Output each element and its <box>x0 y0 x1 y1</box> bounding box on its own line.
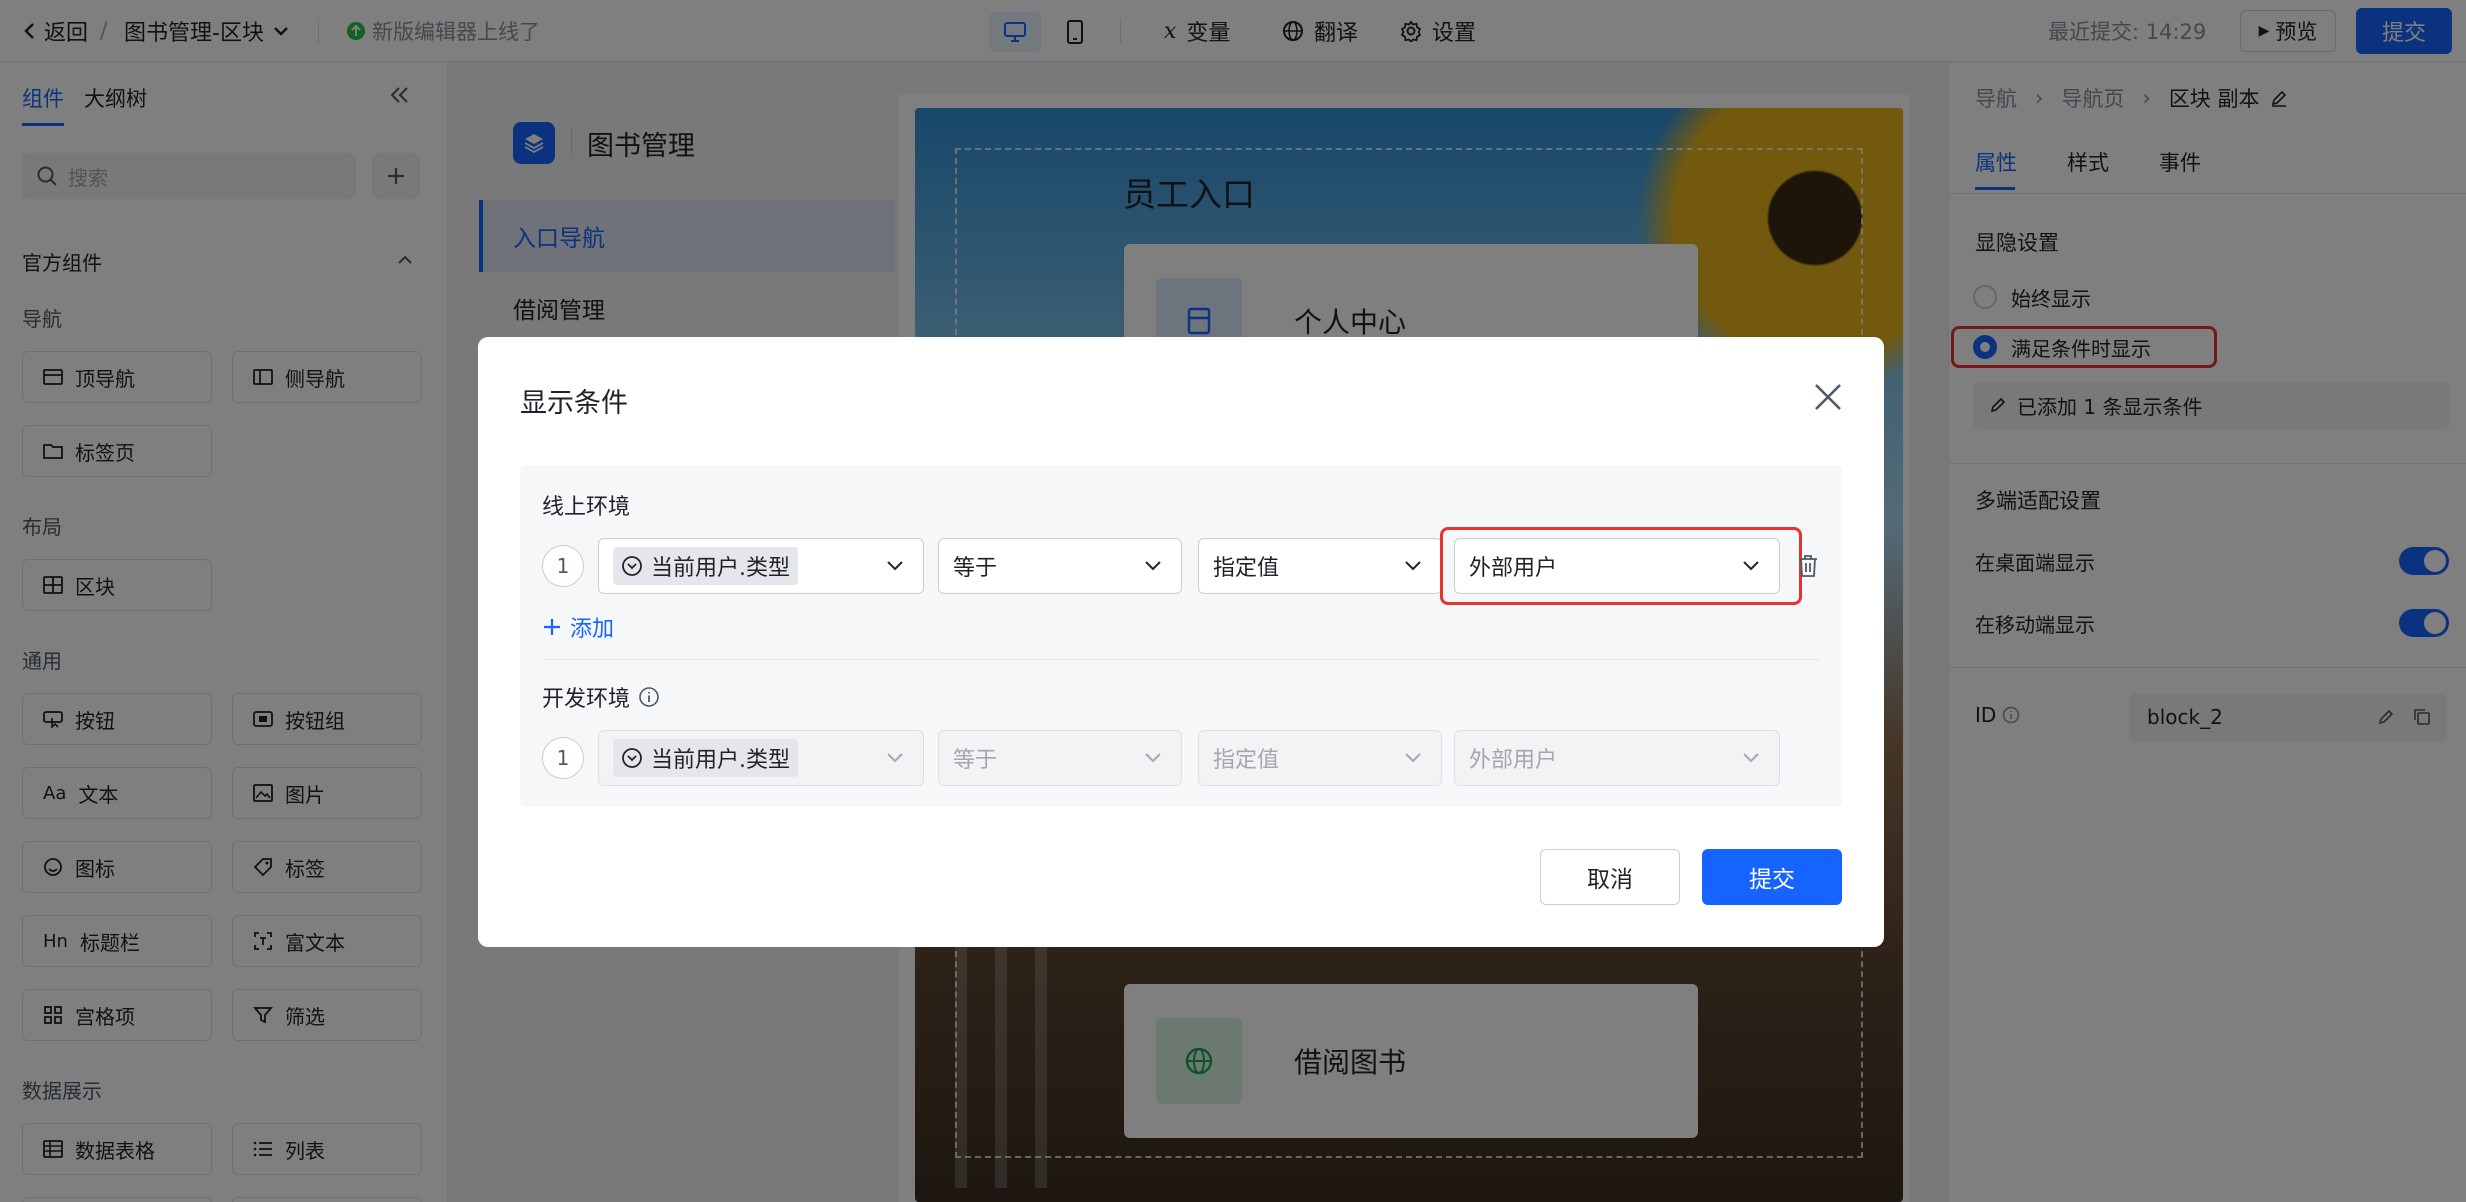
chevron-down-icon <box>1145 561 1161 571</box>
chevron-down-icon <box>887 561 903 571</box>
chevron-down-icon <box>1405 561 1421 571</box>
plus-icon <box>544 619 560 635</box>
operator-select-disabled: 等于 <box>938 730 1182 786</box>
online-env-title: 线上环境 <box>542 495 631 520</box>
field-tag: 当前用户.类型 <box>613 739 798 777</box>
conditions-area: 线上环境 1 当前用户.类型 等于 指定值 外部用户 添加 开发环境 1 当前用… <box>520 465 1842 807</box>
dialog-title: 显示条件 <box>520 388 628 419</box>
value: 外部用户 <box>1469 748 1558 773</box>
field-value: 当前用户.类型 <box>651 556 790 581</box>
info-icon <box>639 687 659 707</box>
dev-env-title: 开发环境 <box>542 681 660 713</box>
close-icon[interactable] <box>1808 377 1848 417</box>
field-value: 当前用户.类型 <box>651 748 790 773</box>
field-tag: 当前用户.类型 <box>613 547 798 585</box>
cancel-button[interactable]: 取消 <box>1540 849 1680 905</box>
display-condition-dialog: 显示条件 线上环境 1 当前用户.类型 等于 指定值 外部用户 添加 开发环境 … <box>478 337 1884 947</box>
value-type: 指定值 <box>1213 748 1280 773</box>
chevron-down-circle-icon <box>622 748 642 768</box>
chevron-down-icon <box>1743 753 1759 763</box>
add-label: 添加 <box>570 617 615 642</box>
trash-icon[interactable] <box>1796 553 1820 579</box>
value-type: 指定值 <box>1213 556 1280 581</box>
chevron-down-icon <box>1145 753 1161 763</box>
divider <box>542 659 1820 660</box>
value-type-select-disabled: 指定值 <box>1198 730 1442 786</box>
field-select[interactable]: 当前用户.类型 <box>598 538 924 594</box>
chevron-down-icon <box>1405 753 1421 763</box>
condition-index: 1 <box>542 737 584 779</box>
operator-value: 等于 <box>953 748 998 773</box>
value-select-disabled: 外部用户 <box>1454 730 1780 786</box>
dev-env-label: 开发环境 <box>542 687 631 712</box>
condition-index: 1 <box>542 545 584 587</box>
operator-select[interactable]: 等于 <box>938 538 1182 594</box>
dialog-submit-button[interactable]: 提交 <box>1702 849 1842 905</box>
chevron-down-circle-icon <box>622 556 642 576</box>
value-type-select[interactable]: 指定值 <box>1198 538 1442 594</box>
field-select-disabled: 当前用户.类型 <box>598 730 924 786</box>
chevron-down-icon <box>887 753 903 763</box>
add-condition-button[interactable]: 添加 <box>542 611 614 643</box>
operator-value: 等于 <box>953 556 998 581</box>
highlight-box <box>1440 527 1802 605</box>
